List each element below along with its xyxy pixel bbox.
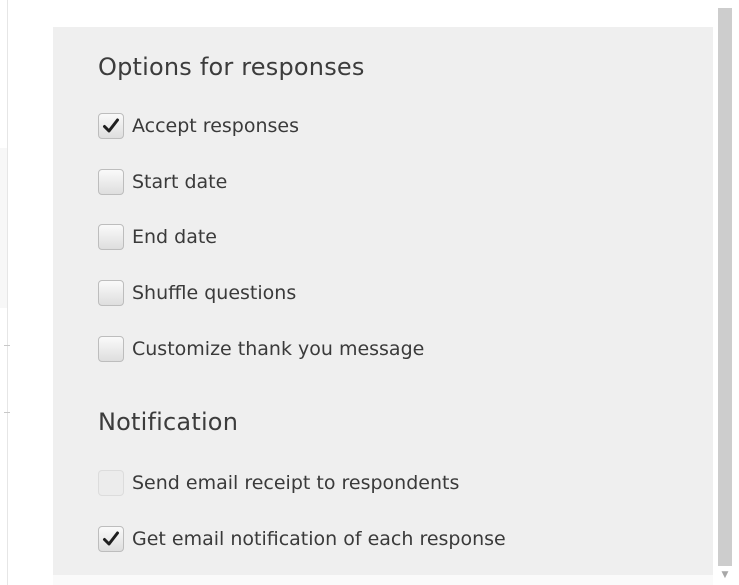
accept-responses-label: Accept responses [132,115,299,137]
left-border-tick [4,345,10,346]
send-email-receipt-option: Send email receipt to respondents [98,468,459,498]
left-border-tick [4,412,10,413]
end-date-checkbox[interactable] [98,224,124,250]
notification-section-title: Notification [98,408,239,436]
customize-thank-you-option[interactable]: Customize thank you message [98,334,424,364]
shuffle-questions-label: Shuffle questions [132,282,297,304]
end-date-label: End date [132,226,217,248]
accept-responses-checkbox[interactable] [98,113,124,139]
checkmark-icon [103,531,119,546]
shuffle-questions-option[interactable]: Shuffle questions [98,278,296,308]
left-window-border [7,0,8,585]
left-window-shade [0,148,7,308]
send-email-receipt-checkbox [98,470,124,496]
start-date-label: Start date [132,171,228,193]
checkmark-icon [103,118,119,133]
accept-responses-option[interactable]: Accept responses [98,111,299,141]
customize-thank-you-label: Customize thank you message [132,338,425,360]
shuffle-questions-checkbox[interactable] [98,280,124,306]
scroll-down-arrow-icon[interactable]: ▼ [720,570,730,580]
panel-bottom-edge [53,575,713,585]
options-section-title: Options for responses [98,53,365,81]
email-notification-label: Get email notification of each response [132,528,506,550]
customize-thank-you-checkbox[interactable] [98,336,124,362]
send-email-receipt-label: Send email receipt to respondents [132,472,460,494]
start-date-option[interactable]: Start date [98,167,227,197]
scrollbar-thumb[interactable] [718,8,732,566]
email-notification-option[interactable]: Get email notification of each response [98,524,506,554]
email-notification-checkbox[interactable] [98,526,124,552]
start-date-checkbox[interactable] [98,169,124,195]
end-date-option[interactable]: End date [98,222,217,252]
settings-page: Options for responses Accept responses S… [0,0,739,585]
